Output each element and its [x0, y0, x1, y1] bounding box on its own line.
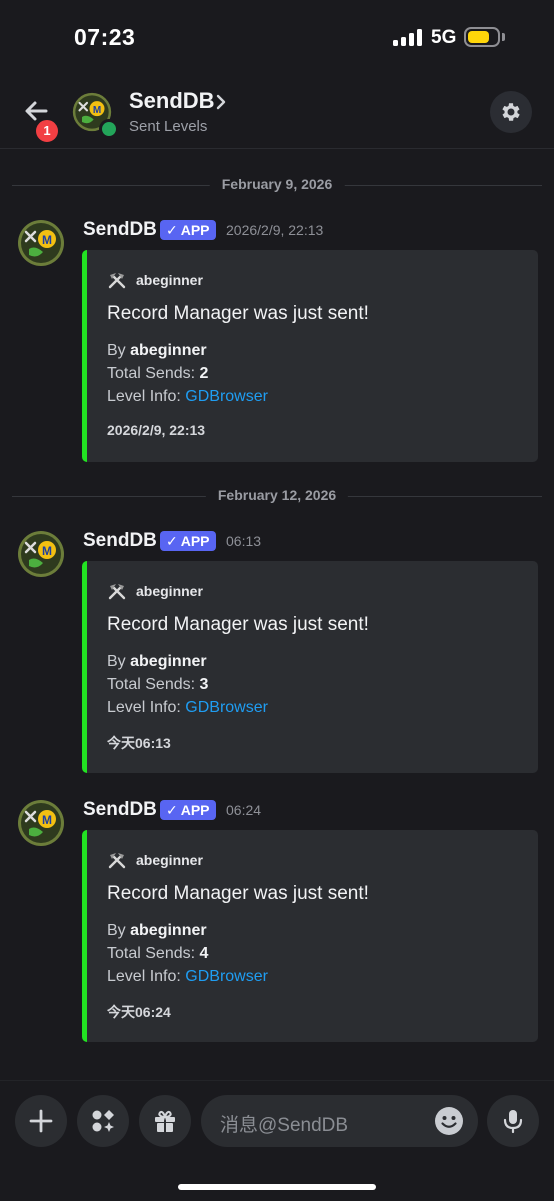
chevron-right-icon[interactable]	[214, 91, 228, 113]
embed-card: abeginner Record Manager was just sent! …	[82, 561, 538, 773]
svg-text:M: M	[93, 105, 101, 116]
field-by: By abeginner	[107, 342, 207, 360]
microphone-button[interactable]	[487, 1095, 539, 1147]
date-divider-label: February 12, 2026	[205, 487, 349, 503]
channel-subtitle: Sent Levels	[129, 118, 208, 135]
app-tag: ✓ APP	[160, 220, 216, 240]
svg-text:M: M	[42, 544, 52, 558]
check-icon: ✓	[166, 222, 178, 238]
avatar[interactable]: M	[17, 530, 65, 578]
embed-footer: 2026/2/9, 22:13	[107, 422, 206, 438]
field-level: Level Info: GDBrowser	[107, 968, 268, 986]
gift-button[interactable]	[139, 1095, 191, 1147]
apps-button[interactable]	[77, 1095, 129, 1147]
field-sends-value: 2	[199, 365, 209, 382]
embed-card: abeginner Record Manager was just sent! …	[82, 830, 538, 1042]
field-sends-label: Total Sends:	[107, 365, 196, 382]
field-level-label: Level Info:	[107, 968, 181, 985]
channel-header: 1 M SendDB Sent Levels	[0, 72, 554, 149]
avatar[interactable]: M	[17, 799, 65, 847]
battery-tip	[502, 33, 505, 41]
gear-icon	[502, 103, 520, 121]
signal-icon	[393, 29, 423, 46]
settings-button[interactable]	[490, 91, 532, 133]
online-status-dot	[99, 119, 119, 139]
date-divider-label: February 9, 2026	[209, 176, 345, 192]
field-sends-value: 3	[199, 676, 209, 693]
field-by-value: abeginner	[130, 653, 207, 670]
embed-title: Record Manager was just sent!	[107, 883, 369, 904]
app-tag-label: APP	[180, 222, 210, 238]
field-level: Level Info: GDBrowser	[107, 388, 268, 406]
embed-footer: 今天06:13	[107, 735, 171, 751]
embed-author: abeginner	[136, 852, 203, 868]
message-input[interactable]: 消息@SendDB	[201, 1095, 478, 1147]
embed-card: abeginner Record Manager was just sent! …	[82, 250, 538, 462]
status-time: 07:23	[74, 24, 136, 50]
home-indicator	[178, 1184, 376, 1190]
gift-icon	[155, 1110, 175, 1132]
plus-icon	[29, 1109, 53, 1133]
field-level-label: Level Info:	[107, 388, 181, 405]
field-sends-label: Total Sends:	[107, 676, 196, 693]
app-tag-label: APP	[180, 802, 210, 818]
message-timestamp: 06:13	[226, 533, 262, 549]
field-level: Level Info: GDBrowser	[107, 699, 268, 717]
embed-title: Record Manager was just sent!	[107, 614, 369, 635]
date-divider: February 12, 2026	[12, 487, 542, 503]
app-tag: ✓ APP	[160, 800, 216, 820]
message-author[interactable]: SendDB	[83, 219, 157, 241]
field-sends-label: Total Sends:	[107, 945, 196, 962]
page-title[interactable]: SendDB	[129, 88, 215, 114]
field-sends: Total Sends: 3	[107, 676, 208, 694]
svg-text:M: M	[42, 233, 52, 247]
gdbrowser-link[interactable]: GDBrowser	[185, 699, 268, 716]
status-bar: 07:23 5G	[0, 0, 554, 72]
battery-icon	[464, 27, 500, 47]
hammer-pick-icon	[108, 584, 126, 600]
gdbrowser-link[interactable]: GDBrowser	[185, 388, 268, 405]
hammer-pick-icon	[108, 273, 126, 289]
message-list[interactable]: February 9, 2026 M SendDB ✓ APP 2026/2/9,…	[0, 149, 554, 1080]
field-by-value: abeginner	[130, 342, 207, 359]
field-sends: Total Sends: 4	[107, 945, 208, 963]
field-sends: Total Sends: 2	[107, 365, 208, 383]
message-input-placeholder: 消息@SendDB	[220, 1115, 349, 1136]
message-timestamp: 06:24	[226, 802, 262, 818]
network-type: 5G	[431, 27, 457, 48]
check-icon: ✓	[166, 802, 178, 818]
avatar[interactable]: M	[17, 219, 65, 267]
add-button[interactable]	[15, 1095, 67, 1147]
gdbrowser-link[interactable]: GDBrowser	[185, 968, 268, 985]
message-author[interactable]: SendDB	[83, 530, 157, 552]
svg-text:M: M	[42, 813, 52, 827]
hammer-pick-icon	[108, 853, 126, 869]
embed-footer: 今天06:24	[107, 1004, 171, 1020]
app-tag: ✓ APP	[160, 531, 216, 551]
embed-author: abeginner	[136, 272, 203, 288]
message-composer: 消息@SendDB	[0, 1080, 554, 1201]
unread-badge: 1	[34, 118, 60, 144]
field-sends-value: 4	[199, 945, 209, 962]
date-divider: February 9, 2026	[12, 176, 542, 192]
field-by-label: By	[107, 922, 126, 939]
field-by-value: abeginner	[130, 922, 207, 939]
field-by: By abeginner	[107, 922, 207, 940]
microphone-icon	[503, 1110, 523, 1134]
message-timestamp: 2026/2/9, 22:13	[226, 222, 324, 238]
field-by-label: By	[107, 342, 126, 359]
check-icon: ✓	[166, 533, 178, 549]
embed-title: Record Manager was just sent!	[107, 303, 369, 324]
app-tag-label: APP	[180, 533, 210, 549]
message-author[interactable]: SendDB	[83, 799, 157, 821]
field-by-label: By	[107, 653, 126, 670]
apps-icon	[92, 1110, 114, 1132]
field-level-label: Level Info:	[107, 699, 181, 716]
embed-author: abeginner	[136, 583, 203, 599]
field-by: By abeginner	[107, 653, 207, 671]
emoji-icon[interactable]	[434, 1106, 464, 1136]
